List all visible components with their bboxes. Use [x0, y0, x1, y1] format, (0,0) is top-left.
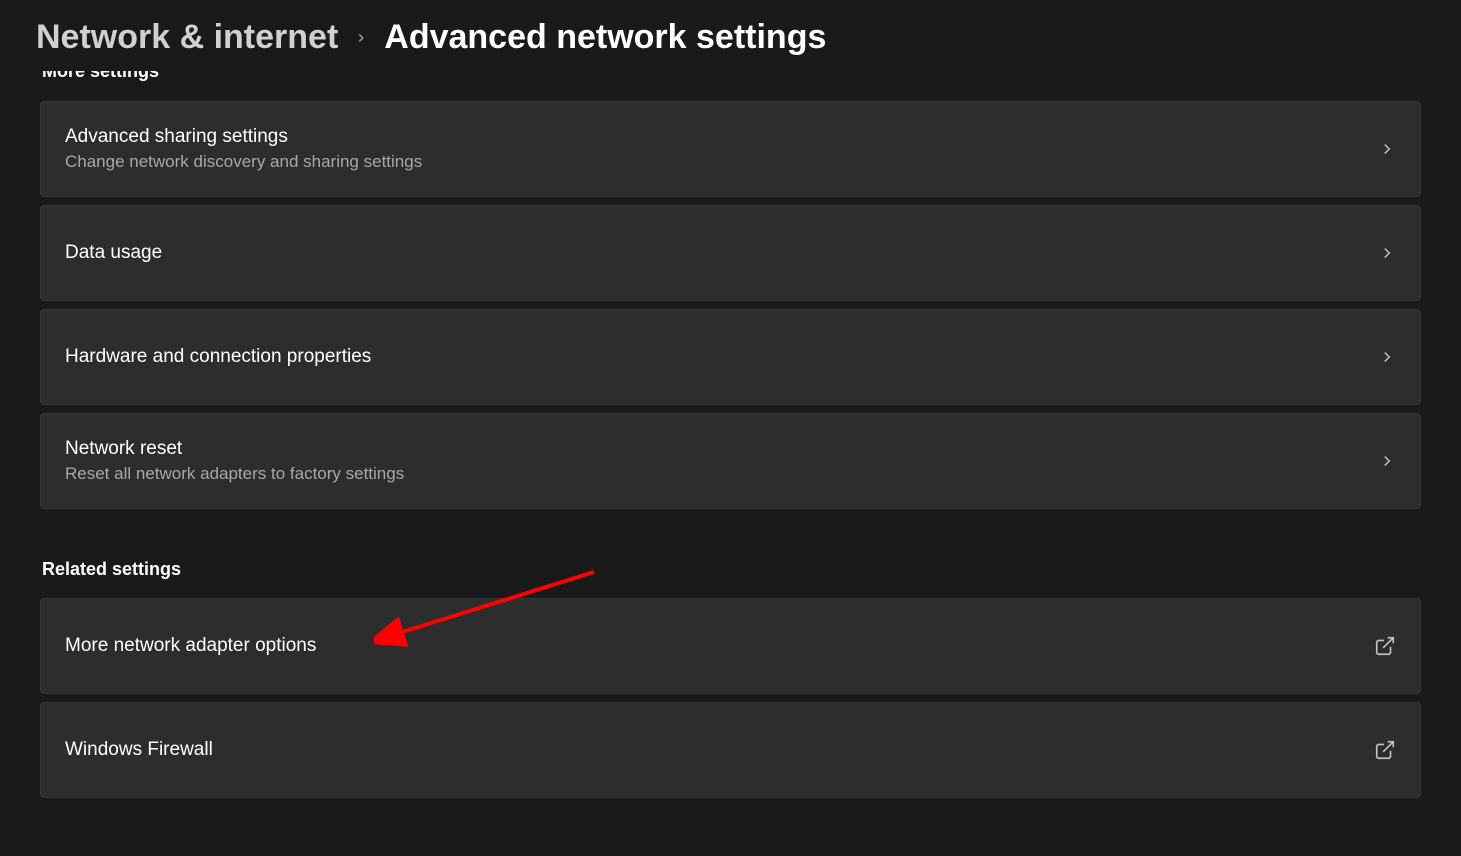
card-title: Network reset	[65, 438, 404, 460]
external-link-icon	[1374, 739, 1396, 761]
page-title: Advanced network settings	[384, 18, 826, 57]
chevron-right-icon	[1378, 452, 1396, 470]
card-title: Data usage	[65, 242, 162, 264]
settings-card-data-usage[interactable]: Data usage	[40, 205, 1421, 301]
card-title: Windows Firewall	[65, 739, 213, 761]
card-title: More network adapter options	[65, 635, 316, 657]
external-link-icon	[1374, 635, 1396, 657]
chevron-right-icon	[354, 31, 368, 45]
settings-card-windows-firewall[interactable]: Windows Firewall	[40, 702, 1421, 798]
settings-card-more-adapter-options[interactable]: More network adapter options	[40, 598, 1421, 694]
chevron-right-icon	[1378, 348, 1396, 366]
card-title: Advanced sharing settings	[65, 126, 422, 148]
section-header-more-settings: More settings	[42, 71, 1421, 89]
settings-card-hardware-properties[interactable]: Hardware and connection properties	[40, 309, 1421, 405]
card-title: Hardware and connection properties	[65, 346, 371, 368]
section-header-related-settings: Related settings	[42, 559, 1421, 580]
settings-card-network-reset[interactable]: Network reset Reset all network adapters…	[40, 413, 1421, 509]
card-subtitle: Reset all network adapters to factory se…	[65, 464, 404, 484]
chevron-right-icon	[1378, 140, 1396, 158]
breadcrumb: Network & internet Advanced network sett…	[0, 0, 1461, 81]
settings-card-advanced-sharing[interactable]: Advanced sharing settings Change network…	[40, 101, 1421, 197]
breadcrumb-parent[interactable]: Network & internet	[36, 18, 338, 57]
card-subtitle: Change network discovery and sharing set…	[65, 152, 422, 172]
chevron-right-icon	[1378, 244, 1396, 262]
